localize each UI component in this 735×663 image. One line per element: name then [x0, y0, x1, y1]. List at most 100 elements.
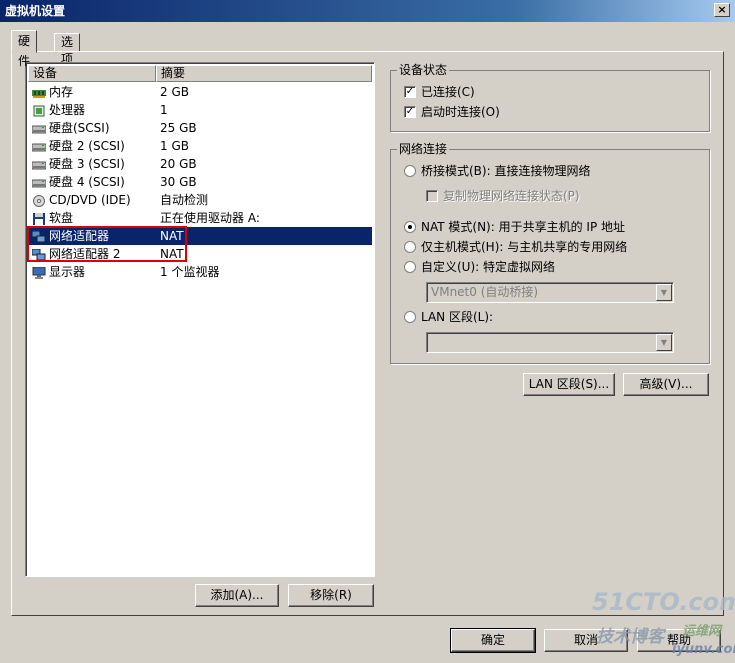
device-name-cell: 硬盘(SCSI) [28, 119, 158, 137]
custom-option[interactable]: 自定义(U): 特定虚拟网络 [404, 259, 555, 275]
memory-icon [32, 86, 46, 98]
hard-disk-icon [31, 176, 47, 188]
device-summary: 正在使用驱动器 A: [160, 211, 260, 225]
device-name: CD/DVD (IDE) [49, 193, 131, 207]
host-only-radio[interactable] [404, 241, 416, 253]
nat-radio[interactable] [404, 221, 416, 233]
device-name-cell: 处理器 [28, 101, 158, 119]
device-row[interactable]: 处理器 1 [28, 101, 372, 119]
network-adapter-icon [31, 248, 46, 261]
device-row[interactable]: 硬盘(SCSI) 25 GB [28, 119, 372, 137]
device-name-cell: 网络适配器 [28, 227, 158, 245]
device-name: 软盘 [49, 211, 74, 225]
connected-label: 已连接(C) [421, 85, 475, 99]
device-name-cell: 软盘 [28, 209, 158, 227]
hard-disk-icon [31, 122, 47, 134]
device-summary: 2 GB [160, 85, 189, 99]
replicate-checkbox [426, 190, 438, 202]
lan-segment-label: LAN 区段(L): [421, 310, 494, 324]
replicate-option: 复制物理网络连接状态(P) [426, 188, 580, 204]
nat-label: NAT 模式(N): 用于共享主机的 IP 地址 [421, 220, 626, 234]
connected-option[interactable]: ✓ 已连接(C) [404, 84, 475, 100]
device-row[interactable]: 软盘 正在使用驱动器 A: [28, 209, 372, 227]
network-connection-group: 网络连接 桥接模式(B): 直接连接物理网络 复制物理网络连接状态(P) NAT… [390, 142, 710, 364]
host-only-label: 仅主机模式(H): 与主机共享的专用网络 [421, 240, 628, 254]
device-name-cell: 内存 [28, 83, 158, 101]
device-row[interactable]: 硬盘 2 (SCSI) 1 GB [28, 137, 372, 155]
device-name-cell: 网络适配器 2 [28, 245, 158, 263]
device-row[interactable]: 内存 2 GB [28, 83, 372, 101]
device-row[interactable]: 网络适配器 NAT [28, 227, 372, 245]
device-row[interactable]: 硬盘 3 (SCSI) 20 GB [28, 155, 372, 173]
device-name: 硬盘 4 (SCSI) [49, 175, 125, 189]
device-name: 显示器 [49, 265, 86, 279]
device-summary: 1 [160, 103, 168, 117]
tab-options[interactable]: 选项 [54, 33, 81, 66]
advanced-button[interactable]: 高级(V)... [623, 373, 709, 396]
close-icon: × [717, 3, 727, 16]
device-status-group: 设备状态 ✓ 已连接(C) ✓ 启动时连接(O) [390, 63, 710, 132]
window-titlebar: 虚拟机设置 × [0, 0, 735, 22]
lan-segments-button[interactable]: LAN 区段(S)... [523, 373, 615, 396]
device-summary: NAT [160, 229, 184, 243]
floppy-icon [32, 212, 46, 225]
device-summary: 20 GB [160, 157, 197, 171]
hard-disk-icon [31, 140, 47, 152]
device-summary: 30 GB [160, 175, 197, 189]
device-summary: 1 个监视器 [160, 265, 220, 279]
lan-segment-radio[interactable] [404, 311, 416, 323]
remove-device-button[interactable]: 移除(R) [288, 584, 374, 607]
device-name: 硬盘 3 (SCSI) [49, 157, 125, 171]
device-row[interactable]: 硬盘 4 (SCSI) 30 GB [28, 173, 372, 191]
network-connection-title: 网络连接 [397, 142, 450, 156]
help-button[interactable]: 帮助 [637, 629, 721, 652]
column-device[interactable]: 设备 [28, 65, 156, 82]
cpu-icon [32, 104, 46, 117]
device-list-header: 设备 摘要 [28, 65, 372, 82]
lan-segment-option[interactable]: LAN 区段(L): [404, 309, 493, 325]
bridged-option[interactable]: 桥接模式(B): 直接连接物理网络 [404, 163, 590, 179]
device-name: 网络适配器 2 [49, 247, 121, 261]
device-name: 处理器 [49, 103, 86, 117]
custom-radio[interactable] [404, 261, 416, 273]
lan-segment-select: ▼ [426, 332, 674, 353]
dropdown-arrow-icon: ▼ [656, 284, 672, 301]
device-row[interactable]: 网络适配器 2 NAT [28, 245, 372, 263]
connect-at-power-on-option[interactable]: ✓ 启动时连接(O) [404, 104, 500, 120]
connected-checkbox[interactable]: ✓ [404, 86, 416, 98]
device-name-cell: 硬盘 2 (SCSI) [28, 137, 158, 155]
window-title: 虚拟机设置 [5, 4, 66, 18]
device-row[interactable]: CD/DVD (IDE) 自动检测 [28, 191, 372, 209]
device-summary: 自动检测 [160, 193, 209, 207]
device-status-title: 设备状态 [397, 63, 450, 77]
add-device-button[interactable]: 添加(A)... [195, 584, 279, 607]
custom-network-select: VMnet0 (自动桥接) ▼ [426, 282, 674, 303]
bridged-radio[interactable] [404, 165, 416, 177]
host-only-option[interactable]: 仅主机模式(H): 与主机共享的专用网络 [404, 239, 627, 255]
nat-option[interactable]: NAT 模式(N): 用于共享主机的 IP 地址 [404, 219, 625, 235]
device-list[interactable]: 设备 摘要 内存 2 GB 处理器 1 硬盘(SCSI) 25 GB 硬盘 2 (SCSI)… [25, 62, 375, 577]
column-summary[interactable]: 摘要 [156, 65, 372, 82]
dropdown-arrow-icon: ▼ [656, 334, 672, 351]
device-name: 硬盘 2 (SCSI) [49, 139, 125, 153]
ok-button[interactable]: 确定 [450, 628, 536, 653]
device-row[interactable]: 显示器 1 个监视器 [28, 263, 372, 281]
device-name-cell: CD/DVD (IDE) [28, 191, 158, 209]
network-adapter-icon [31, 230, 46, 243]
device-summary: 25 GB [160, 121, 197, 135]
custom-network-value: VMnet0 (自动桥接) [431, 285, 539, 299]
connect-at-power-on-checkbox[interactable]: ✓ [404, 106, 416, 118]
cancel-button[interactable]: 取消 [544, 629, 628, 652]
device-summary: 1 GB [160, 139, 189, 153]
device-name: 内存 [49, 85, 74, 99]
device-name-cell: 显示器 [28, 263, 158, 281]
connect-at-power-on-label: 启动时连接(O) [421, 105, 500, 119]
device-name-cell: 硬盘 4 (SCSI) [28, 173, 158, 191]
tab-hardware[interactable]: 硬件 [11, 30, 38, 68]
close-button[interactable]: × [714, 3, 730, 17]
monitor-icon [32, 266, 46, 279]
custom-label: 自定义(U): 特定虚拟网络 [421, 260, 556, 274]
device-name: 网络适配器 [49, 229, 110, 243]
replicate-label: 复制物理网络连接状态(P) [443, 189, 580, 203]
device-name-cell: 硬盘 3 (SCSI) [28, 155, 158, 173]
